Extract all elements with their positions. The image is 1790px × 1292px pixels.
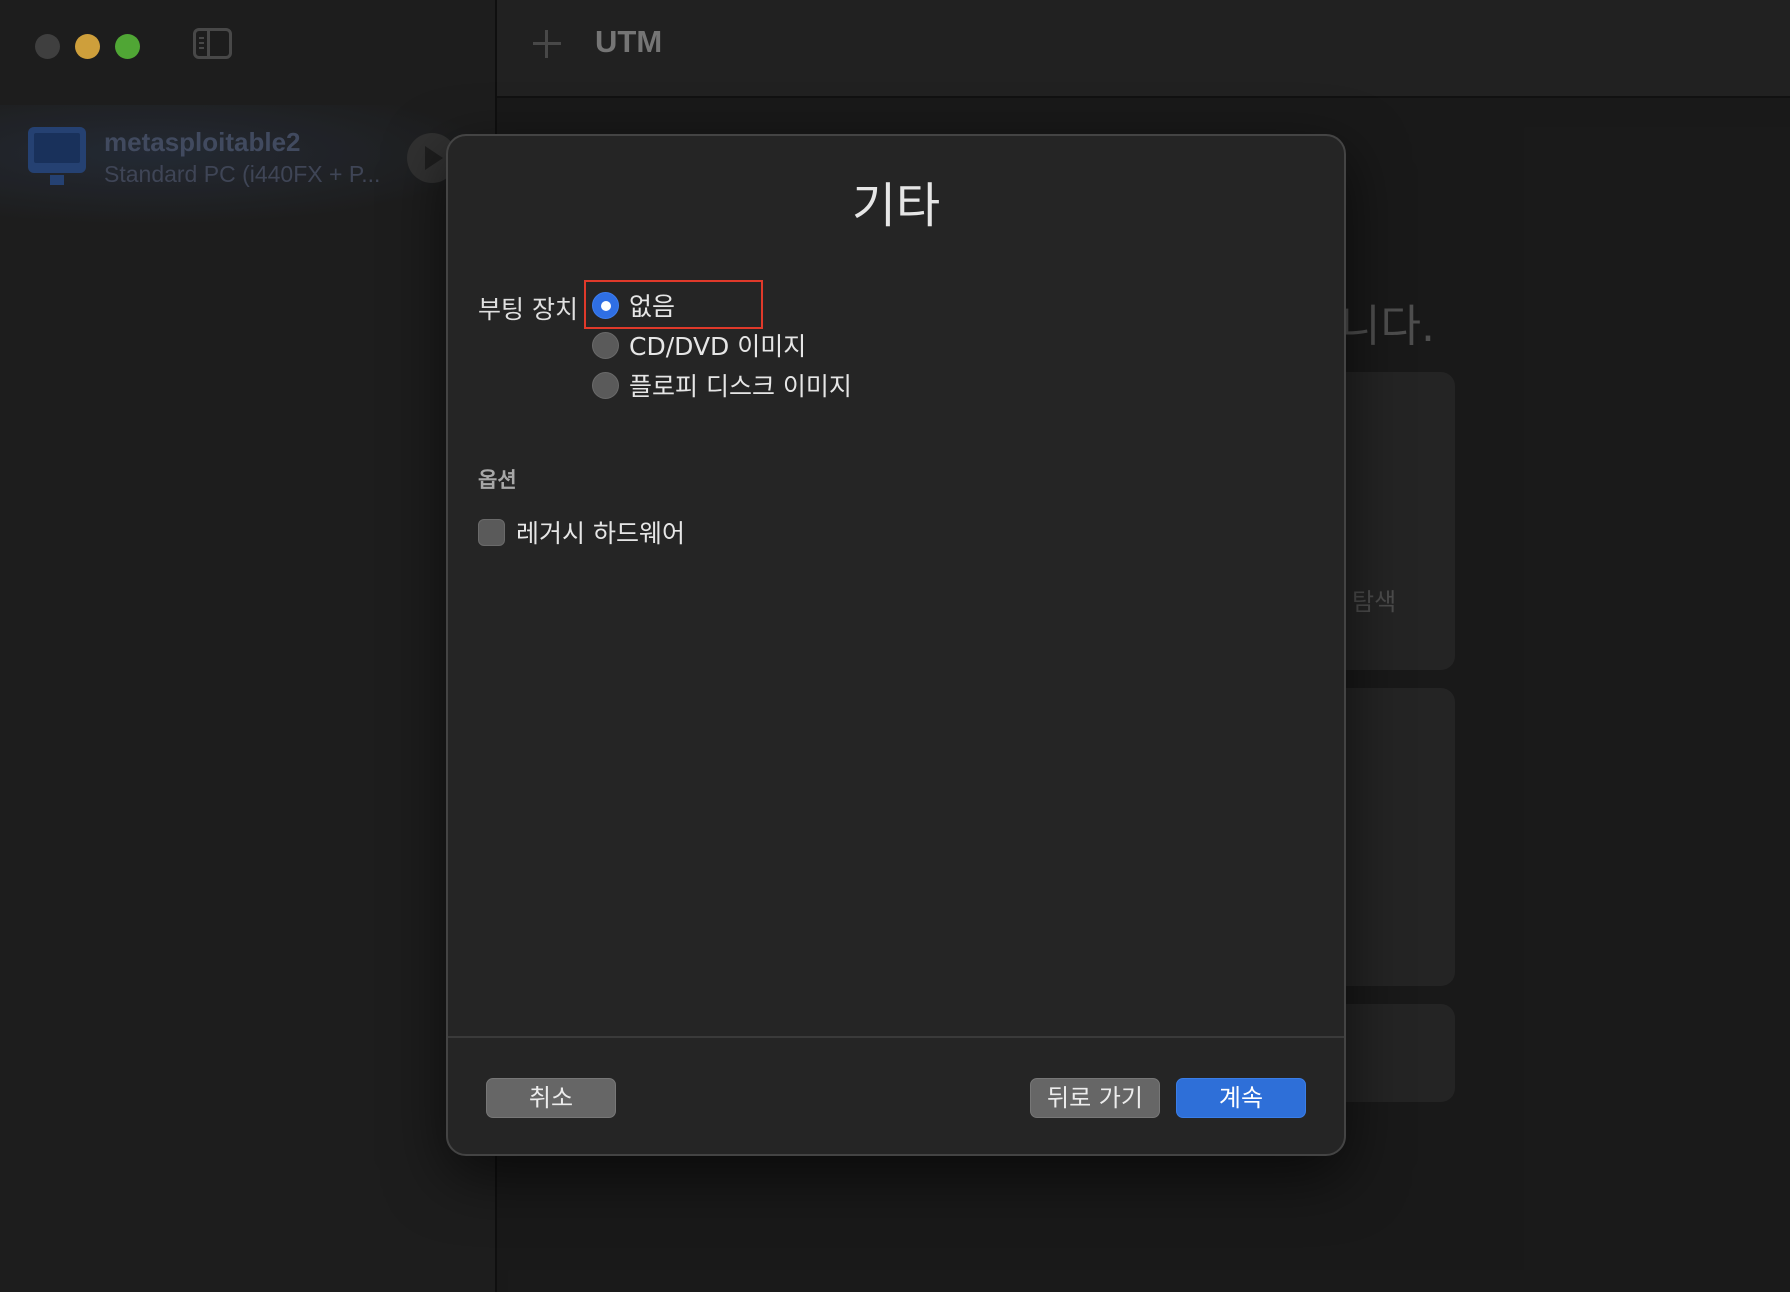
boot-option-floppy[interactable]: 플로피 디스크 이미지 bbox=[592, 370, 852, 401]
legacy-hardware-label: 레거시 하드웨어 bbox=[516, 519, 685, 548]
dialog-title: 기타 bbox=[851, 178, 941, 234]
utm-window: metasploitable2 Standard PC (i440FX + P.… bbox=[0, 0, 1790, 1292]
other-settings-dialog: 기타 부팅 장치 없음 CD/DVD 이미지 플로피 디스크 이미지 옵션 레거… bbox=[446, 134, 1346, 1156]
boot-device-label: 부팅 장치 bbox=[478, 295, 578, 324]
legacy-hardware-option[interactable]: 레거시 하드웨어 bbox=[478, 514, 685, 550]
legacy-hardware-checkbox[interactable] bbox=[478, 518, 505, 546]
continue-button[interactable]: 계속 bbox=[1176, 1078, 1306, 1118]
boot-option-none[interactable]: 없음 bbox=[592, 290, 676, 321]
cancel-button[interactable]: 취소 bbox=[486, 1078, 616, 1118]
dialog-divider bbox=[448, 1036, 1344, 1038]
boot-option-label: CD/DVD 이미지 bbox=[629, 332, 807, 361]
boot-option-label: 없음 bbox=[629, 292, 676, 321]
radio-selected-icon[interactable] bbox=[592, 291, 619, 319]
options-section-label: 옵션 bbox=[478, 468, 517, 492]
radio-icon[interactable] bbox=[592, 331, 619, 359]
boot-option-cd-dvd[interactable]: CD/DVD 이미지 bbox=[592, 330, 807, 361]
boot-option-label: 플로피 디스크 이미지 bbox=[629, 372, 852, 401]
back-button[interactable]: 뒤로 가기 bbox=[1030, 1078, 1160, 1118]
radio-icon[interactable] bbox=[592, 371, 619, 399]
